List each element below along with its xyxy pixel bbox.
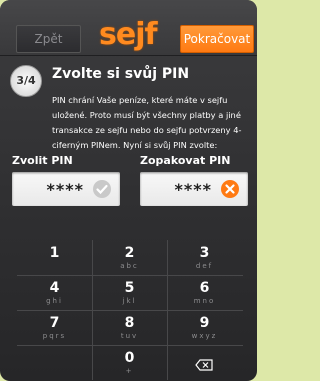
choose-pin-label: Zvolit PIN xyxy=(12,154,73,167)
key-3[interactable]: 3 def xyxy=(167,240,242,275)
repeat-pin-value: **** xyxy=(174,180,212,199)
key-letters: ghi xyxy=(46,297,63,305)
key-number: 6 xyxy=(199,280,210,296)
key-0[interactable]: 0 + xyxy=(92,345,167,380)
key-number: 1 xyxy=(49,245,60,261)
key-number: 4 xyxy=(49,280,60,296)
key-5[interactable]: 5 jkl xyxy=(92,275,167,310)
numeric-keypad: 1 2 abc 3 def 4 ghi 5 jkl 6 mno 7 pqrs 8 xyxy=(17,240,243,380)
choose-pin-field[interactable]: **** xyxy=(12,172,120,206)
top-bar: Zpět sejf Pokračovat xyxy=(0,0,257,56)
step-description: PIN chrání Vaše peníze, které máte v sej… xyxy=(52,95,242,150)
key-number: 5 xyxy=(124,280,135,296)
key-8[interactable]: 8 tuv xyxy=(92,310,167,345)
key-number: 0 xyxy=(124,350,135,366)
key-7[interactable]: 7 pqrs xyxy=(17,310,92,345)
repeat-pin-field[interactable]: **** xyxy=(140,172,248,206)
key-letters: mno xyxy=(193,297,216,305)
key-number: 9 xyxy=(199,315,210,331)
key-letters: jkl xyxy=(122,297,137,305)
repeat-pin-label: Zopakovat PIN xyxy=(140,154,231,167)
key-letters: def xyxy=(195,262,214,270)
sejf-logo: sejf xyxy=(99,17,158,52)
choose-pin-value: **** xyxy=(46,180,84,199)
key-letters: wxyz xyxy=(191,332,218,340)
key-letters: pqrs xyxy=(42,332,67,340)
key-2[interactable]: 2 abc xyxy=(92,240,167,275)
key-1[interactable]: 1 xyxy=(17,240,92,275)
key-number: 7 xyxy=(49,315,60,331)
backspace-key[interactable] xyxy=(167,345,242,380)
key-letters: abc xyxy=(120,262,139,270)
key-letters: + xyxy=(125,367,134,375)
app-screen: Zpět sejf Pokračovat 3/4 Zvolte si svůj … xyxy=(0,0,257,381)
key-letters: tuv xyxy=(120,332,139,340)
step-badge: 3/4 xyxy=(10,65,42,97)
key-blank xyxy=(17,345,92,380)
continue-button[interactable]: Pokračovat xyxy=(180,25,254,53)
key-4[interactable]: 4 ghi xyxy=(17,275,92,310)
back-button[interactable]: Zpět xyxy=(16,25,81,53)
backspace-icon xyxy=(195,356,213,375)
key-number: 8 xyxy=(124,315,135,331)
key-6[interactable]: 6 mno xyxy=(167,275,242,310)
error-x-icon xyxy=(220,179,240,199)
check-icon xyxy=(92,179,112,199)
key-number: 3 xyxy=(199,245,210,261)
key-9[interactable]: 9 wxyz xyxy=(167,310,242,345)
key-number: 2 xyxy=(124,245,135,261)
step-title: Zvolte si svůj PIN xyxy=(52,66,190,82)
